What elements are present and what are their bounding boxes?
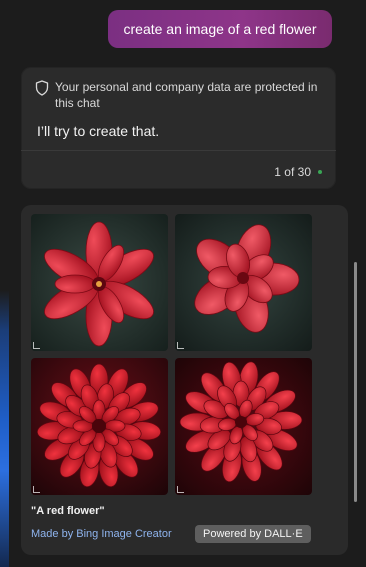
bing-image-creator-link[interactable]: Made by Bing Image Creator xyxy=(31,528,172,540)
assistant-reply-text: I’ll try to create that. xyxy=(37,123,160,139)
chat-pane: create an image of a red flower Your per… xyxy=(0,0,366,567)
generated-image-1[interactable] xyxy=(31,214,168,351)
image-result-card: "A red flower" Made by Bing Image Creato… xyxy=(21,205,348,555)
image-badge-icon xyxy=(177,342,184,349)
scrollbar-thumb[interactable] xyxy=(354,262,357,502)
privacy-notice: Your personal and company data are prote… xyxy=(35,79,325,111)
generated-image-2-art xyxy=(175,214,312,351)
image-badge-icon xyxy=(177,486,184,493)
generated-image-3-art xyxy=(31,358,168,495)
generated-image-4[interactable] xyxy=(175,358,312,495)
generated-image-4-art xyxy=(175,358,312,495)
generated-image-1-art xyxy=(31,214,168,351)
turn-counter: 1 of 30 xyxy=(274,165,322,179)
privacy-notice-text: Your personal and company data are prote… xyxy=(55,80,318,110)
user-message-bubble: create an image of a red flower xyxy=(108,10,332,48)
powered-by-badge: Powered by DALL·E xyxy=(195,525,311,543)
desktop-edge xyxy=(0,0,9,567)
image-badge-icon xyxy=(33,342,40,349)
turn-counter-text: 1 of 30 xyxy=(274,165,311,179)
image-badge-icon xyxy=(33,486,40,493)
reply-divider xyxy=(21,150,336,151)
shield-icon xyxy=(35,80,49,96)
generated-image-2[interactable] xyxy=(175,214,312,351)
image-caption: "A red flower" xyxy=(31,505,105,517)
status-dot-icon xyxy=(318,170,322,174)
assistant-reply-card: Your personal and company data are prote… xyxy=(21,67,336,189)
user-message-text: create an image of a red flower xyxy=(123,21,317,37)
generated-image-3[interactable] xyxy=(31,358,168,495)
